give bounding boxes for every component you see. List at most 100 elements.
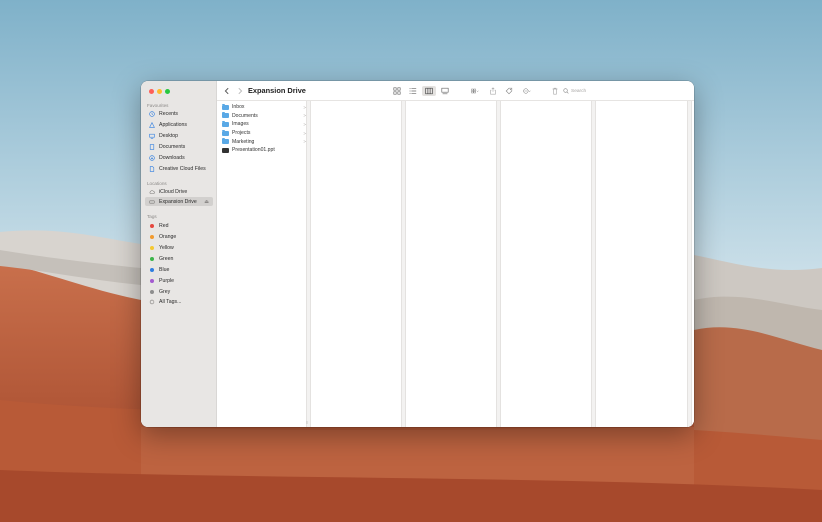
folder-icon [222,103,229,110]
yellow-tag-dot [149,245,154,250]
sidebar-item-applications[interactable]: Applications [145,120,213,129]
sidebar-item-label: Applications [159,121,187,128]
toolbar: Expansion Drive Search [217,81,694,101]
cloud-icon [148,188,155,195]
column-browser: Inbox > Documents > Images > Projects > … [217,101,694,427]
sidebar-item-label: Desktop [159,132,179,139]
window-title: Expansion Drive [248,86,306,95]
group-button[interactable] [467,86,483,96]
forward-button[interactable] [235,86,245,96]
search-placeholder: Search [571,88,587,94]
blue-tag-dot [149,267,154,272]
list-icon [409,88,417,94]
sidebar-item-label: Recents [159,110,179,117]
sidebar-item-expansion-drive[interactable]: Expansion Drive ⏏ [145,197,213,206]
tag-icon [505,87,513,95]
list-item-folder[interactable]: Inbox > [222,103,306,112]
sidebar-item-label: Green [159,255,174,262]
gallery-view-button[interactable] [439,86,451,96]
sidebar-item-label: iCloud Drive [159,188,188,195]
minimize-button[interactable] [157,89,162,94]
column-view-button[interactable] [422,86,436,96]
eject-icon[interactable]: ⏏ [204,199,209,205]
column-divider[interactable] [591,101,596,427]
zoom-button[interactable] [165,89,170,94]
sidebar-tag-purple[interactable]: Purple [145,276,213,285]
sidebar-item-label: Orange [159,233,177,240]
sidebar-tag-red[interactable]: Red [145,221,213,230]
file-name: Projects [232,130,251,137]
sidebar-item-label: Grey [159,288,171,295]
list-item-folder[interactable]: Documents > [222,112,306,121]
document-icon [148,143,155,150]
list-view-button[interactable] [407,86,419,96]
trash-icon [552,87,558,95]
sidebar-tag-yellow[interactable]: Yellow [145,243,213,252]
chevron-left-icon [224,87,229,95]
list-item-folder[interactable]: Marketing > [222,137,306,146]
search-icon [563,88,569,94]
list-item-file[interactable]: Presentation01.ppt [222,146,306,155]
grey-tag-dot [149,289,154,294]
sidebar-item-label: Yellow [159,244,174,251]
sidebar-item-label: All Tags... [159,298,182,305]
close-button[interactable] [149,89,154,94]
column-divider[interactable] [306,101,311,427]
column-divider[interactable] [401,101,406,427]
columns-icon [425,87,433,95]
gallery-icon [441,87,449,95]
file-name: Inbox [232,104,245,111]
file-name: Documents [232,112,258,119]
column-divider[interactable] [496,101,501,427]
column-resize-handle[interactable]: ≡ [306,420,308,425]
sidebar-item-icloud-drive[interactable]: iCloud Drive [145,187,213,196]
purple-tag-dot [149,278,154,283]
ellipsis-circle-icon [523,88,531,94]
desktop-icon [148,132,155,139]
sidebar-item-label: Red [159,222,169,229]
tags-icon [148,298,155,305]
sidebar-item-creative-cloud-files[interactable]: Creative Cloud Files [145,164,213,173]
folder-icon [222,112,229,119]
search-field[interactable]: Search [563,86,687,96]
sidebar-item-desktop[interactable]: Desktop [145,131,213,140]
file-name: Images [232,121,249,128]
green-tag-dot [149,256,154,261]
sidebar-item-label: Documents [159,143,186,150]
sidebar-item-label: Downloads [159,154,185,161]
window-controls [149,89,170,94]
tag-button[interactable] [503,86,515,96]
action-menu-button[interactable] [519,86,535,96]
sidebar-tag-blue[interactable]: Blue [145,265,213,274]
folder-icon [222,138,229,145]
back-button[interactable] [222,86,232,96]
sidebar-item-label: Creative Cloud Files [159,165,206,172]
drive-icon [148,198,155,205]
share-button[interactable] [487,86,499,96]
list-item-folder[interactable]: Images > [222,120,306,129]
locations-heading: Locations [147,181,167,186]
sidebar-item-label: Purple [159,277,174,284]
sidebar-item-label: Blue [159,266,170,273]
sidebar-item-label: Expansion Drive [159,198,197,205]
trash-button[interactable] [549,86,561,96]
sidebar-tag-orange[interactable]: Orange [145,232,213,241]
sidebar-tag-green[interactable]: Green [145,254,213,263]
chevron-right-icon [238,87,243,95]
sidebar-item-all-tags[interactable]: All Tags... [145,297,213,306]
sidebar-item-recents[interactable]: Recents [145,109,213,118]
file-icon [148,165,155,172]
icon-view-button[interactable] [391,86,403,96]
clock-icon [148,110,155,117]
sidebar-item-downloads[interactable]: Downloads [145,153,213,162]
list-item-folder[interactable]: Projects > [222,129,306,138]
column-divider[interactable] [687,101,692,427]
group-grid-icon [471,88,479,94]
sidebar-item-documents[interactable]: Documents [145,142,213,151]
applications-icon [148,121,155,128]
file-name: Presentation01.ppt [232,147,275,154]
sidebar-tag-grey[interactable]: Grey [145,287,213,296]
orange-tag-dot [149,234,154,239]
tags-heading: Tags [147,214,157,219]
presentation-file-icon [222,147,229,153]
